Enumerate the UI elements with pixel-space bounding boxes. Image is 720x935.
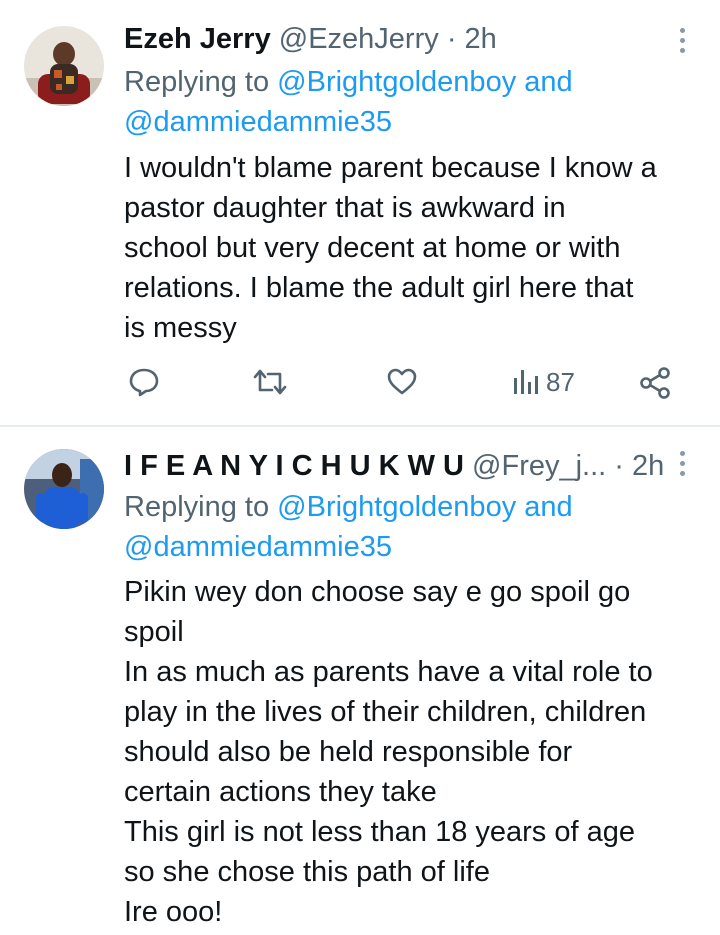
like-button[interactable] <box>386 366 418 398</box>
heart-icon <box>387 368 417 395</box>
display-name[interactable]: I F E A N Y I C H U K W U <box>124 450 464 482</box>
retweet-icon <box>253 369 287 395</box>
views-count: 87 <box>546 366 575 397</box>
replying-and[interactable]: and <box>524 66 572 98</box>
tweet-text-line: should also be held responsible for <box>124 736 573 768</box>
tweet-text-line: This girl is not less than 18 years of a… <box>124 816 635 848</box>
reply-icon <box>129 368 159 397</box>
tweet-text-line: play in the lives of their children, chi… <box>124 696 647 728</box>
separator-dot: · <box>614 450 624 482</box>
replying-to: Replying to @Brightgoldenboy and @dammie… <box>124 62 684 142</box>
tweet-text-line: pastor daughter that is awkward in <box>124 192 566 224</box>
tweet-ezeh-jerry[interactable]: Ezeh Jerry @EzehJerry · 2h Replying to @… <box>0 0 720 427</box>
avatar-image <box>24 449 104 529</box>
tweet-header: Ezeh Jerry @EzehJerry · 2h <box>124 22 497 56</box>
tweet-text-line: I wouldn't blame parent because I know a <box>124 152 657 184</box>
replying-to: Replying to @Brightgoldenboy and @dammie… <box>124 487 684 567</box>
share-icon <box>640 367 670 399</box>
replying-prefix: Replying to <box>124 491 270 523</box>
retweet-button[interactable] <box>252 366 288 398</box>
avatar[interactable] <box>24 449 104 529</box>
tweet-text-line: In as much as parents have a vital role … <box>124 656 653 688</box>
tweet-text-line: relations. I blame the adult girl here t… <box>124 272 634 304</box>
tweet-text-line: Pikin wey don choose say e go spoil go <box>124 576 631 608</box>
tweet-text-line: is messy <box>124 312 237 344</box>
more-options-icon[interactable] <box>678 451 686 476</box>
tweet-text-line: Ire ooo! <box>124 896 223 928</box>
user-handle[interactable]: @EzehJerry <box>279 23 439 55</box>
tweet-text: Pikin wey don choose say e go spoil go s… <box>124 572 704 932</box>
tweet-text: I wouldn't blame parent because I know a… <box>124 148 704 348</box>
views-icon <box>514 370 538 394</box>
timestamp[interactable]: 2h <box>632 450 664 482</box>
more-options-icon[interactable] <box>678 28 686 53</box>
mention-link[interactable]: @Brightgoldenboy <box>277 66 516 98</box>
replying-prefix: Replying to <box>124 66 270 98</box>
share-button[interactable] <box>638 366 672 400</box>
display-name[interactable]: Ezeh Jerry <box>124 23 271 55</box>
tweet-text-line: school but very decent at home or with <box>124 232 621 264</box>
user-handle[interactable]: @Frey_j... <box>472 450 606 482</box>
mention-link[interactable]: @dammiedammie35 <box>124 106 392 138</box>
mention-link[interactable]: @dammiedammie35 <box>124 531 392 563</box>
tweet-actions: 87 <box>124 366 684 406</box>
tweet-header: I F E A N Y I C H U K W U @Frey_j... · 2… <box>124 449 664 483</box>
timestamp[interactable]: 2h <box>465 23 497 55</box>
mention-link[interactable]: @Brightgoldenboy <box>277 491 516 523</box>
reply-button[interactable] <box>128 366 160 398</box>
tweet-text-line: so she chose this path of life <box>124 856 490 888</box>
tweet-ifeanyichukwu[interactable]: I F E A N Y I C H U K W U @Frey_j... · 2… <box>0 427 720 935</box>
tweet-text-line: spoil <box>124 616 184 648</box>
avatar-image <box>24 26 104 106</box>
avatar[interactable] <box>24 26 104 106</box>
views-button[interactable]: 87 <box>512 366 575 398</box>
replying-and[interactable]: and <box>524 491 572 523</box>
tweet-text-line: certain actions they take <box>124 776 437 808</box>
separator-dot: · <box>446 23 457 55</box>
